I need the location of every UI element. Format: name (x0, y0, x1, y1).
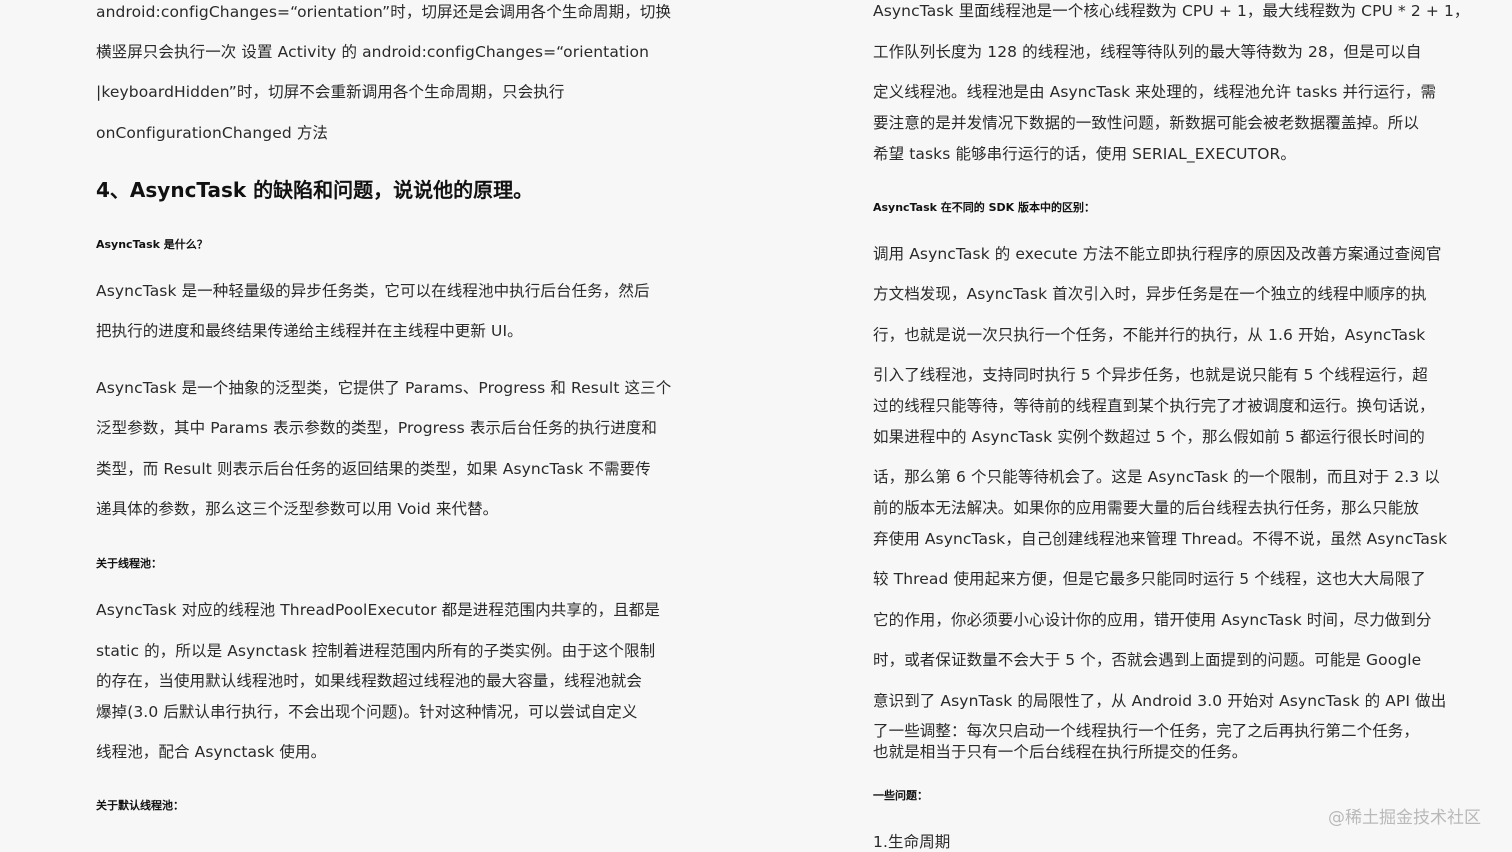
right-p1-line10: 较 Thread 使用起来方便，但是它最多只能同时运行 5 个线程，这也大大局限… (873, 570, 1426, 588)
right-p0-line4: 要注意的是并发情况下数据的一致性问题，新数据可能会被老数据覆盖掉。所以 (873, 114, 1420, 132)
subheading-thread-pool: 关于线程池： (96, 557, 162, 570)
right-p1-line11: 它的作用，你必须要小心设计你的应用，错开使用 AsyncTask 时间，尽力做到… (873, 611, 1432, 629)
right-p1-line9: 弃使用 AsyncTask，自己创建线程池来管理 Thread。不得不说，虽然 … (873, 530, 1448, 548)
right-p1-line5: 过的线程只能等待，等待前的线程直到某个执行完了才被调度和运行。换句话说， (873, 397, 1435, 415)
right-p1-line13: 意识到了 AsynTask 的局限性了，从 Android 3.0 开始对 As… (873, 692, 1447, 710)
right-p1-line2: 方文档发现，AsyncTask 首次引入时，异步任务是在一个独立的线程中顺序的执 (873, 285, 1427, 303)
left-p2-line3: 类型，而 Result 则表示后台任务的返回结果的类型，如果 AsyncTask… (96, 460, 651, 478)
left-p3-line3: 的存在，当使用默认线程池时，如果线程数超过线程池的最大容量，线程池就会 (96, 672, 643, 690)
right-p1-line6: 如果进程中的 AsyncTask 实例个数超过 5 个，那么假如前 5 都运行很… (873, 428, 1425, 446)
left-p1-line2: 把执行的进度和最终结果传递给主线程并在主线程中更新 UI。 (96, 322, 523, 340)
left-p1-line1: AsyncTask 是一种轻量级的异步任务类，它可以在线程池中执行后台任务，然后 (96, 282, 650, 300)
right-p1-line4: 引入了线程池，支持同时执行 5 个异步任务，也就是说只能有 5 个线程运行，超 (873, 366, 1428, 384)
left-p3-line4: 爆掉(3.0 后默认串行执行，不会出现个问题)。针对这种情况，可以尝试自定义 (96, 703, 638, 721)
right-p0-line2: 工作队列长度为 128 的线程池，线程等待队列的最大等待数为 28，但是可以自 (873, 43, 1422, 61)
list-item-lifecycle: 1.生命周期 (873, 833, 951, 851)
right-p1-line15: 也就是相当于只有一个后台线程在执行所提交的任务。 (873, 743, 1248, 761)
left-p0-line4: onConfigurationChanged 方法 (96, 124, 329, 142)
right-p0-line1: AsyncTask 里面线程池是一个核心线程数为 CPU + 1，最大线程数为 … (873, 2, 1470, 20)
left-p0-line1: android:configChanges=“orientation”时，切屏还… (96, 3, 672, 21)
left-p2-line4: 递具体的参数，那么这三个泛型参数可以用 Void 来代替。 (96, 500, 499, 518)
right-p1-line14: 了一些调整：每次只启动一个线程执行一个任务，完了之后再执行第二个任务， (873, 722, 1420, 740)
right-p1-line8: 前的版本无法解决。如果你的应用需要大量的后台线程去执行任务，那么只能放 (873, 499, 1420, 517)
subheading-default-thread-pool: 关于默认线程池： (96, 799, 184, 812)
section-heading: 4、AsyncTask 的缺陷和问题，说说他的原理。 (96, 178, 534, 202)
right-p0-line3: 定义线程池。线程池是由 AsyncTask 来处理的，线程池允许 tasks 并… (873, 83, 1437, 101)
right-p1-line7: 话，那么第 6 个只能等待机会了。这是 AsyncTask 的一个限制，而且对于… (873, 468, 1440, 486)
watermark: @稀土掘金技术社区 (1328, 808, 1481, 828)
left-p0-line3: |keyboardHidden”时，切屏不会重新调用各个生命周期，只会执行 (96, 83, 565, 101)
subheading-sdk-differences: AsyncTask 在不同的 SDK 版本中的区别： (873, 201, 1096, 214)
left-p0-line2: 横竖屏只会执行一次 设置 Activity 的 android:configCh… (96, 43, 650, 61)
right-p1-line1: 调用 AsyncTask 的 execute 方法不能立即执行程序的原因及改善方… (873, 245, 1442, 263)
document-page: android:configChanges=“orientation”时，切屏还… (0, 0, 1512, 852)
left-p3-line2: static 的，所以是 Asynctask 控制着进程范围内所有的子类实例。由… (96, 642, 656, 660)
left-p2-line2: 泛型参数，其中 Params 表示参数的类型，Progress 表示后台任务的执… (96, 419, 658, 437)
left-p3-line5: 线程池，配合 Asynctask 使用。 (96, 743, 327, 761)
left-p3-line1: AsyncTask 对应的线程池 ThreadPoolExecutor 都是进程… (96, 601, 661, 619)
right-p1-line3: 行，也就是说一次只执行一个任务，不能并行的执行，从 1.6 开始，AsyncTa… (873, 326, 1426, 344)
right-p0-line5: 希望 tasks 能够串行运行的话，使用 SERIAL_EXECUTOR。 (873, 145, 1296, 163)
right-p1-line12: 时，或者保证数量不会大于 5 个，否就会遇到上面提到的问题。可能是 Google (873, 651, 1422, 669)
left-p2-line1: AsyncTask 是一个抽象的泛型类，它提供了 Params、Progress… (96, 379, 672, 397)
subheading-some-issues: 一些问题： (873, 789, 928, 802)
subheading-what-is-asynctask: AsyncTask 是什么？ (96, 238, 208, 251)
